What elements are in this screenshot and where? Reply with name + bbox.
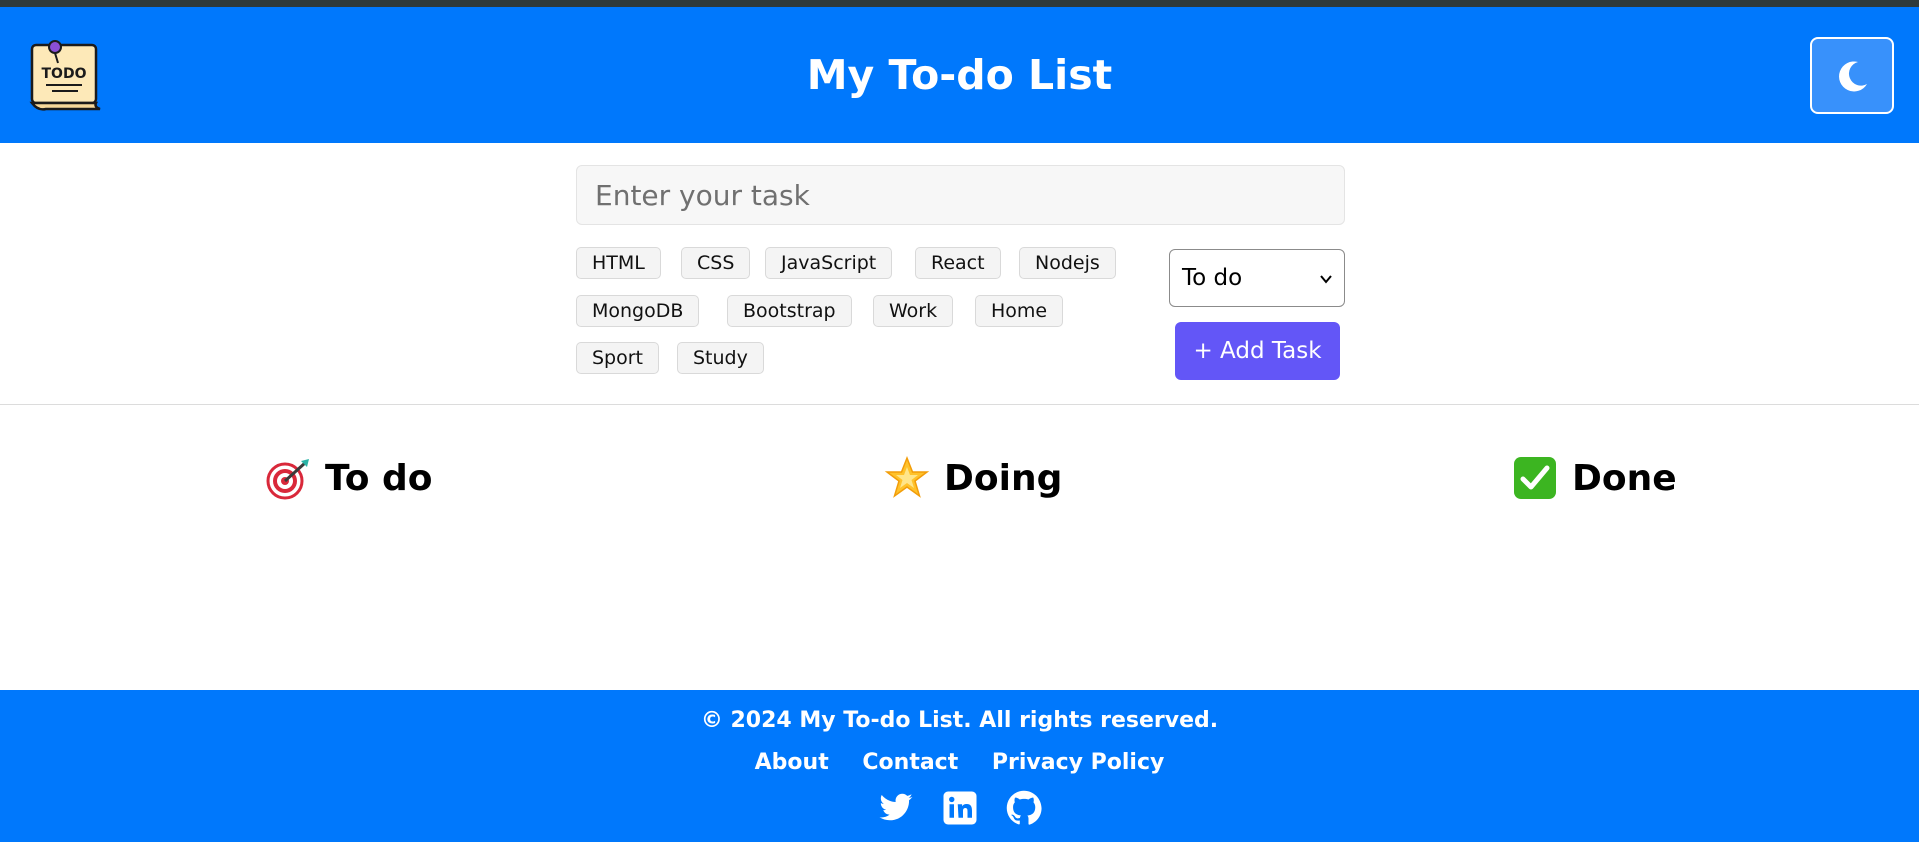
app-header: TODO My To-do List xyxy=(0,7,1919,143)
column-doing-title: Doing xyxy=(944,457,1063,499)
tag-mongodb[interactable]: MongoDB xyxy=(576,295,700,327)
section-divider xyxy=(0,404,1919,405)
target-icon xyxy=(266,459,309,500)
linkedin-icon[interactable] xyxy=(942,790,978,826)
chevron-down-icon xyxy=(1320,275,1332,284)
tag-javascript[interactable]: JavaScript xyxy=(765,247,893,279)
copyright-text: © 2024 My To-do List. All rights reserve… xyxy=(700,708,1219,733)
column-todo-title: To do xyxy=(325,457,433,499)
column-doing-header: Doing xyxy=(884,452,1062,504)
tag-react[interactable]: React xyxy=(915,247,1001,279)
tag-sport[interactable]: Sport xyxy=(576,342,660,374)
theme-toggle-button[interactable] xyxy=(1810,37,1894,114)
github-icon[interactable] xyxy=(1006,790,1042,826)
status-selected-value: To do xyxy=(1182,265,1243,291)
top-border xyxy=(0,0,1919,7)
column-done-title: Done xyxy=(1572,457,1677,499)
task-form: HTML CSS JavaScript React Nodejs MongoDB… xyxy=(0,143,1919,405)
app-title: My To-do List xyxy=(806,51,1113,99)
check-mark-icon xyxy=(1514,457,1556,499)
footer-link-privacy[interactable]: Privacy Policy xyxy=(992,750,1164,775)
tag-work[interactable]: Work xyxy=(873,295,954,327)
tag-nodejs[interactable]: Nodejs xyxy=(1019,247,1116,279)
column-todo-header: To do xyxy=(265,452,433,504)
footer-link-contact[interactable]: Contact xyxy=(862,750,958,775)
add-task-button[interactable]: + Add Task xyxy=(1175,322,1340,380)
status-select[interactable]: To do xyxy=(1169,249,1345,307)
tag-home[interactable]: Home xyxy=(975,295,1064,327)
glowing-star-icon xyxy=(884,455,930,498)
footer-links: About Contact Privacy Policy xyxy=(0,750,1919,775)
column-done-header: Done xyxy=(1512,452,1677,504)
tag-css[interactable]: CSS xyxy=(681,247,751,279)
twitter-icon[interactable] xyxy=(878,790,914,826)
tag-bootstrap[interactable]: Bootstrap xyxy=(727,295,852,327)
social-links xyxy=(0,790,1919,826)
tag-html[interactable]: HTML xyxy=(576,247,661,279)
moon-icon xyxy=(1839,60,1867,91)
task-input[interactable] xyxy=(576,165,1345,225)
tag-study[interactable]: Study xyxy=(677,342,764,374)
app-footer: © 2024 My To-do List. All rights reserve… xyxy=(0,690,1919,842)
footer-link-about[interactable]: About xyxy=(755,750,829,775)
